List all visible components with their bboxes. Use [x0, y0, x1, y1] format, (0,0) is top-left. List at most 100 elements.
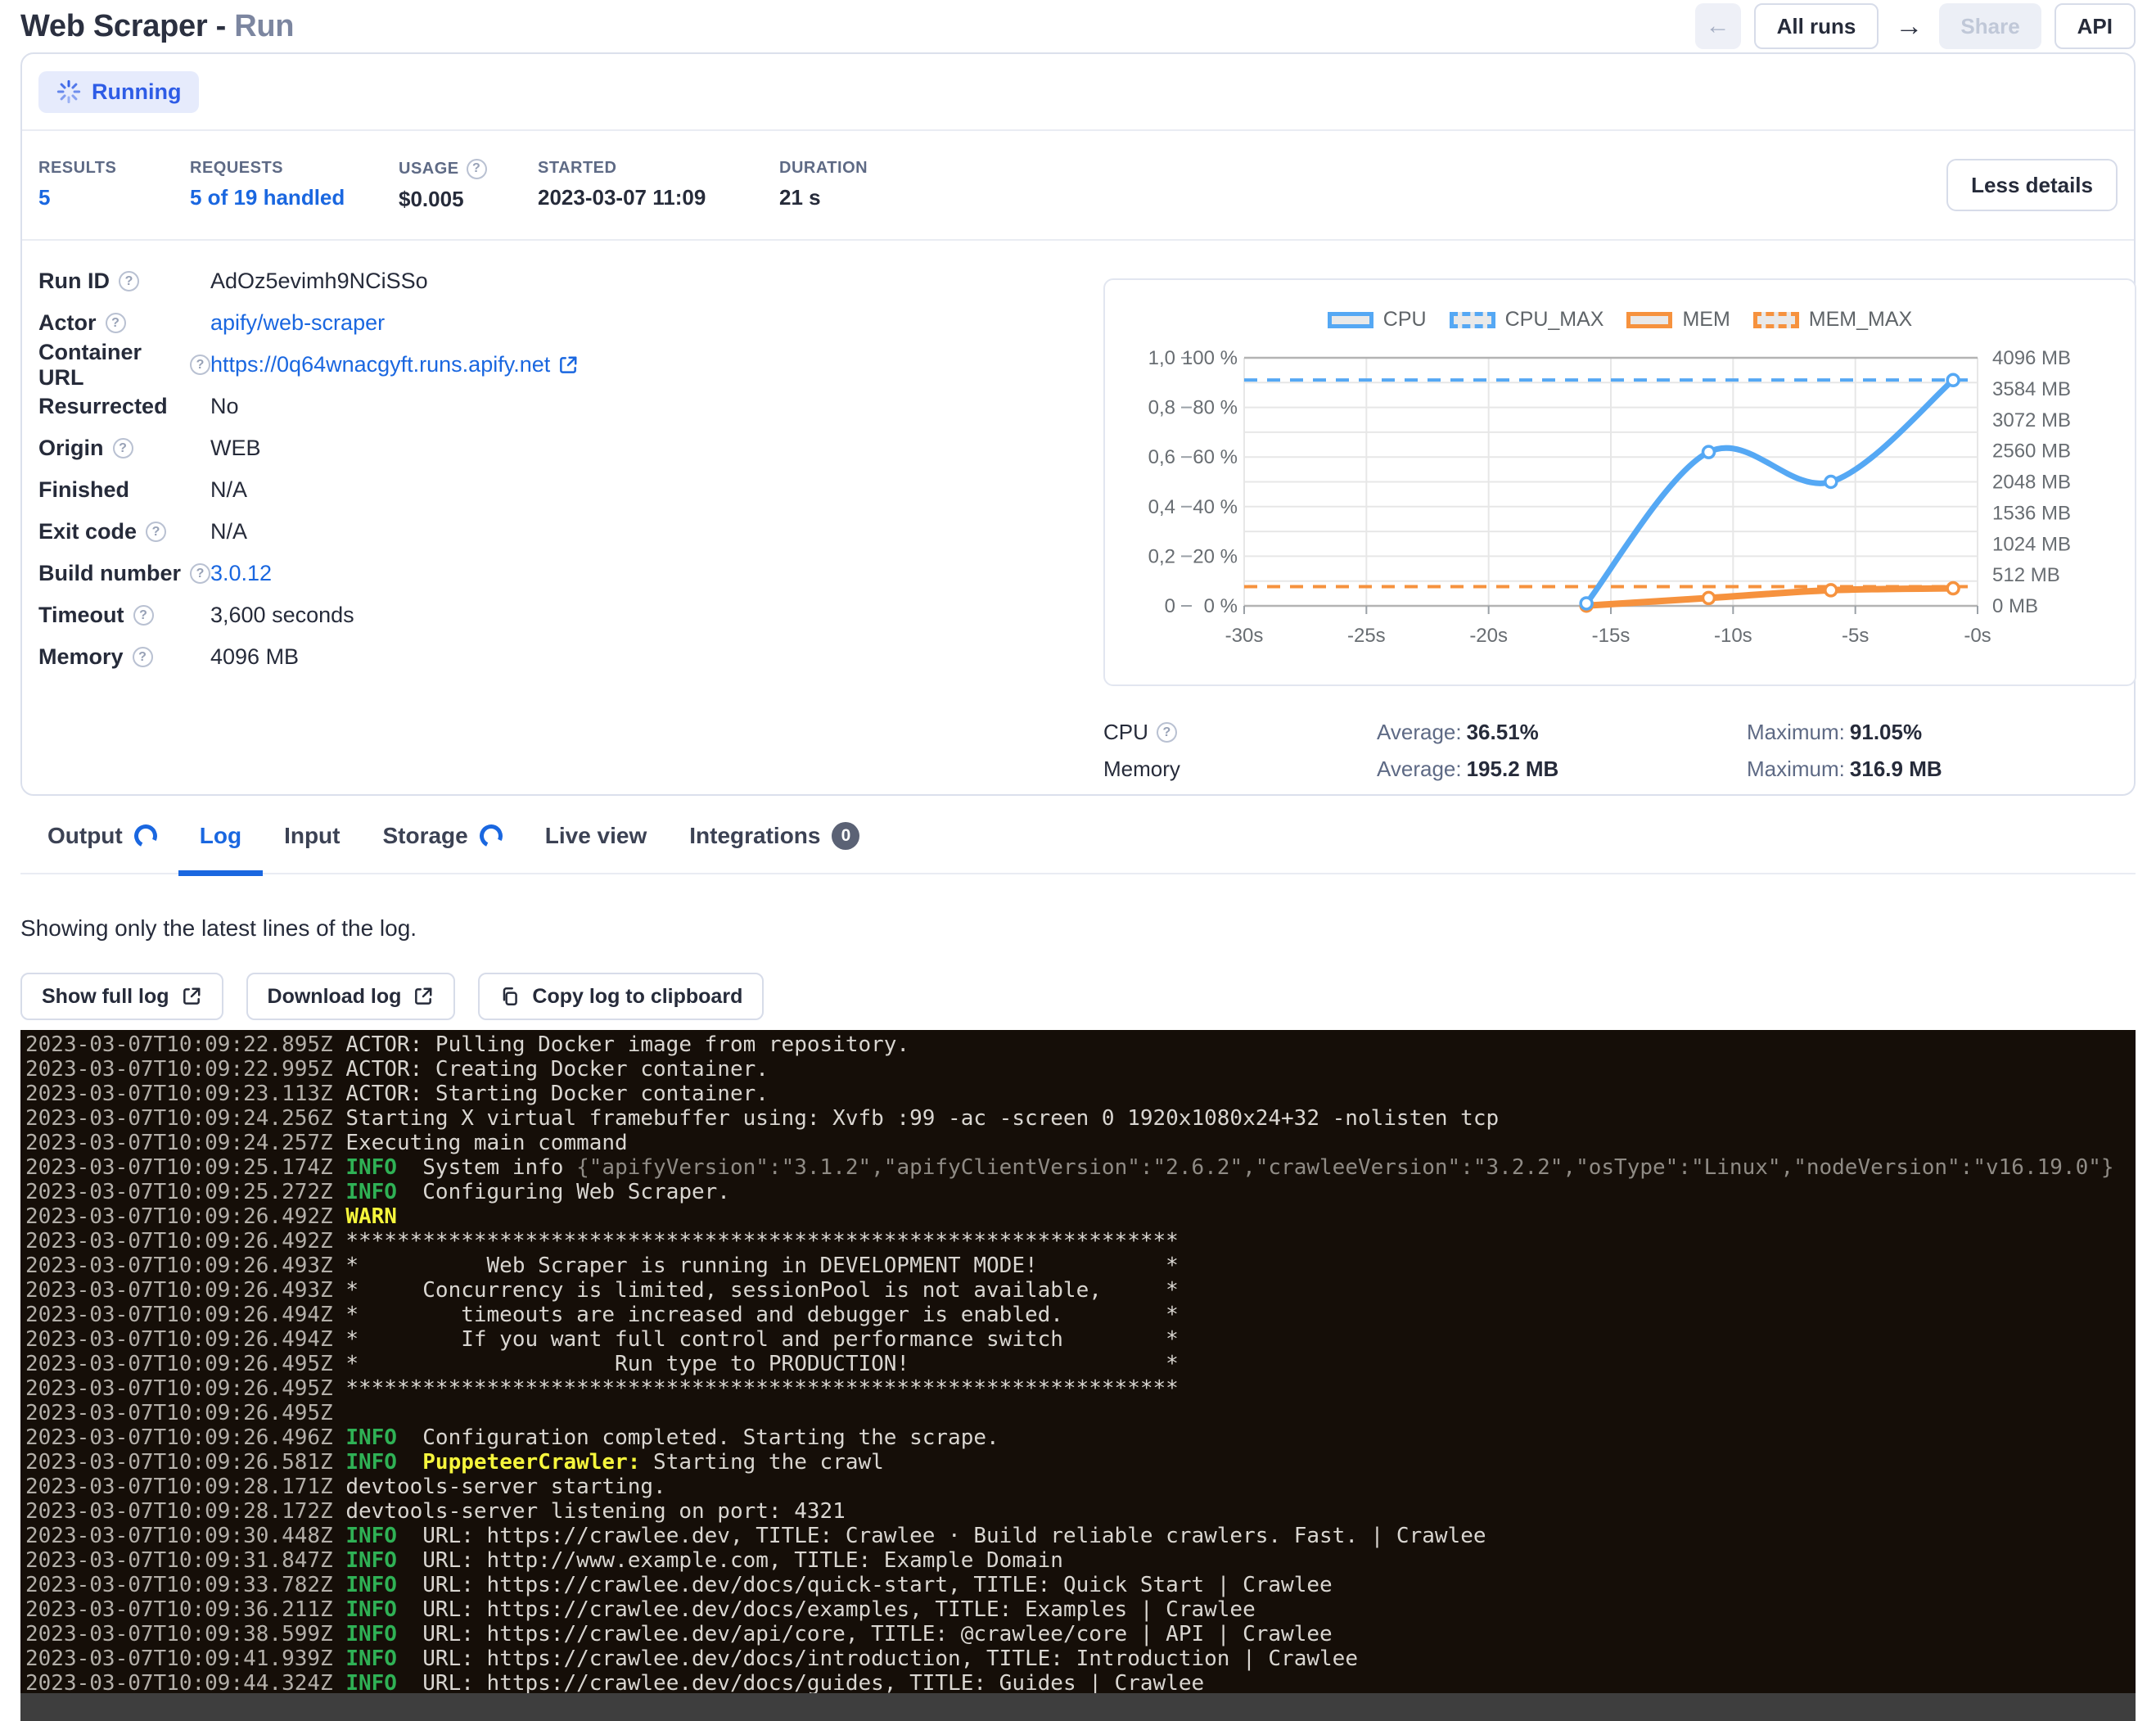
field-row: Origin?WEB [38, 427, 579, 469]
log-text: URL: https://crawlee.dev/api/core, TITLE… [397, 1622, 1333, 1646]
field-value[interactable]: apify/web-scraper [210, 310, 385, 336]
help-icon[interactable]: ? [133, 605, 154, 626]
page-title-main: Web Scraper [20, 9, 207, 43]
help-icon[interactable]: ? [113, 438, 133, 458]
top-bar: Web Scraper - Run ← All runs → Share API [20, 0, 2136, 52]
field-label: Timeout? [38, 603, 210, 628]
svg-text:2560 MB: 2560 MB [1992, 440, 2071, 463]
log-timestamp: 2023-03-07T10:09:28.172Z [25, 1499, 333, 1524]
log-timestamp: 2023-03-07T10:09:28.171Z [25, 1475, 333, 1499]
tab-storage[interactable]: Storage [382, 822, 502, 850]
svg-text:2048 MB: 2048 MB [1992, 472, 2071, 494]
previous-run-button[interactable]: ← [1695, 3, 1741, 49]
log-text: Starting the crawl [640, 1450, 883, 1475]
log-text [333, 1622, 346, 1646]
log-note: Showing only the latest lines of the log… [20, 915, 417, 942]
legend-item-mem[interactable]: MEM [1626, 308, 1730, 332]
api-button[interactable]: API [2055, 3, 2136, 49]
copy-log-to-clipboard-button[interactable]: Copy log to clipboard [478, 973, 764, 1020]
help-icon[interactable]: ? [133, 647, 153, 667]
log-text: ACTOR: Starting Docker container. [333, 1082, 769, 1106]
stat-value: $0.005 [399, 187, 538, 212]
log-horizontal-scrollbar[interactable] [20, 1693, 2136, 1721]
stat-requests: REQUESTS5 of 19 handled [190, 159, 399, 212]
tab-input[interactable]: Input [284, 822, 340, 850]
log-line: 2023-03-07T10:09:26.492Z ***************… [25, 1229, 2136, 1253]
chart-legend: CPU CPU_MAX MEM MEM_MAX [1105, 308, 2135, 332]
help-icon[interactable]: ? [106, 313, 126, 333]
legend-swatch [1450, 312, 1495, 328]
stat-value: 2023-03-07 11:09 [538, 185, 779, 210]
legend-label: CPU_MAX [1505, 308, 1604, 332]
help-icon[interactable]: ? [467, 159, 487, 179]
field-value[interactable]: https://0q64wnacgyft.runs.apify.net [210, 352, 579, 377]
log-text: URL: https://crawlee.dev, TITLE: Crawlee… [397, 1524, 1486, 1548]
tab-label: Output [47, 823, 123, 849]
button-label: Show full log [42, 985, 169, 1009]
svg-text:512 MB: 512 MB [1992, 564, 2060, 586]
tab-output[interactable]: Output [47, 822, 157, 850]
stat-value[interactable]: 5 [38, 185, 190, 210]
svg-text:0,4: 0,4 [1148, 496, 1175, 518]
legend-item-cpu[interactable]: CPU [1328, 308, 1427, 332]
tab-log[interactable]: Log [200, 822, 241, 850]
svg-text:1024 MB: 1024 MB [1992, 533, 2071, 555]
log-timestamp: 2023-03-07T10:09:26.494Z [25, 1303, 333, 1327]
stat-label: STARTED [538, 159, 779, 178]
log-text: INFO [345, 1425, 397, 1450]
log-text [333, 1524, 346, 1548]
legend-item-mem_max[interactable]: MEM_MAX [1753, 308, 1912, 332]
log-text: URL: https://crawlee.dev/docs/examples, … [397, 1597, 1256, 1622]
usage-average: Average:36.51% [1377, 720, 1747, 745]
field-value: AdOz5evimh9NCiSSo [210, 269, 428, 294]
log-text [397, 1450, 422, 1475]
log-timestamp: 2023-03-07T10:09:24.257Z [25, 1131, 333, 1155]
stat-value[interactable]: 5 of 19 handled [190, 185, 399, 210]
log-console[interactable]: 2023-03-07T10:09:22.895Z ACTOR: Pulling … [20, 1030, 2136, 1721]
tab-count-badge: 0 [832, 822, 859, 850]
less-details-button[interactable]: Less details [1946, 159, 2118, 211]
help-icon[interactable]: ? [119, 271, 139, 291]
log-text: ****************************************… [333, 1376, 1179, 1401]
log-text: Starting X virtual framebuffer using: Xv… [333, 1106, 1499, 1131]
help-icon[interactable]: ? [190, 355, 210, 375]
log-text: Executing main command [333, 1131, 628, 1155]
show-full-log-button[interactable]: Show full log [20, 973, 223, 1020]
log-text: INFO [345, 1155, 397, 1180]
log-line: 2023-03-07T10:09:33.782Z INFO URL: https… [25, 1573, 2136, 1597]
tab-integrations[interactable]: Integrations0 [689, 822, 859, 850]
stats-row: RESULTS5REQUESTS5 of 19 handledUSAGE?$0.… [22, 131, 2134, 241]
help-icon[interactable]: ? [1157, 722, 1177, 743]
legend-item-cpu_max[interactable]: CPU_MAX [1450, 308, 1604, 332]
details-section: Run ID?AdOz5evimh9NCiSSoActor?apify/web-… [22, 241, 2134, 794]
log-text: Configuring Web Scraper. [397, 1180, 730, 1204]
svg-text:100 %: 100 % [1182, 347, 1238, 369]
svg-text:60 %: 60 % [1193, 446, 1238, 468]
stat-started: STARTED 2023-03-07 11:09 [538, 159, 779, 212]
stats-columns: RESULTS5REQUESTS5 of 19 handledUSAGE?$0.… [38, 159, 943, 212]
download-log-button[interactable]: Download log [246, 973, 456, 1020]
legend-swatch [1328, 312, 1373, 328]
usage-label: Memory [1103, 757, 1377, 782]
field-value: WEB [210, 436, 261, 461]
log-timestamp: 2023-03-07T10:09:24.256Z [25, 1106, 333, 1131]
log-text: ACTOR: Pulling Docker image from reposit… [333, 1032, 909, 1057]
log-text: INFO [345, 1450, 397, 1475]
svg-text:-0s: -0s [1964, 625, 1991, 647]
all-runs-button[interactable]: All runs [1754, 3, 1879, 49]
tab-live-view[interactable]: Live view [545, 822, 647, 850]
field-row: Actor?apify/web-scraper [38, 302, 579, 344]
log-line: 2023-03-07T10:09:24.257Z Executing main … [25, 1131, 2136, 1155]
help-icon[interactable]: ? [146, 522, 166, 542]
log-timestamp: 2023-03-07T10:09:22.995Z [25, 1057, 333, 1082]
log-text: INFO [345, 1524, 397, 1548]
log-timestamp: 2023-03-07T10:09:22.895Z [25, 1032, 333, 1057]
next-run-button[interactable]: → [1892, 11, 1926, 43]
legend-swatch [1753, 312, 1799, 328]
field-value[interactable]: 3.0.12 [210, 561, 272, 586]
log-line: 2023-03-07T10:09:23.113Z ACTOR: Starting… [25, 1082, 2136, 1106]
share-button[interactable]: Share [1939, 3, 2041, 49]
log-text: PuppeteerCrawler: [422, 1450, 640, 1475]
svg-text:0 %: 0 % [1204, 595, 1238, 617]
help-icon[interactable]: ? [190, 563, 210, 584]
